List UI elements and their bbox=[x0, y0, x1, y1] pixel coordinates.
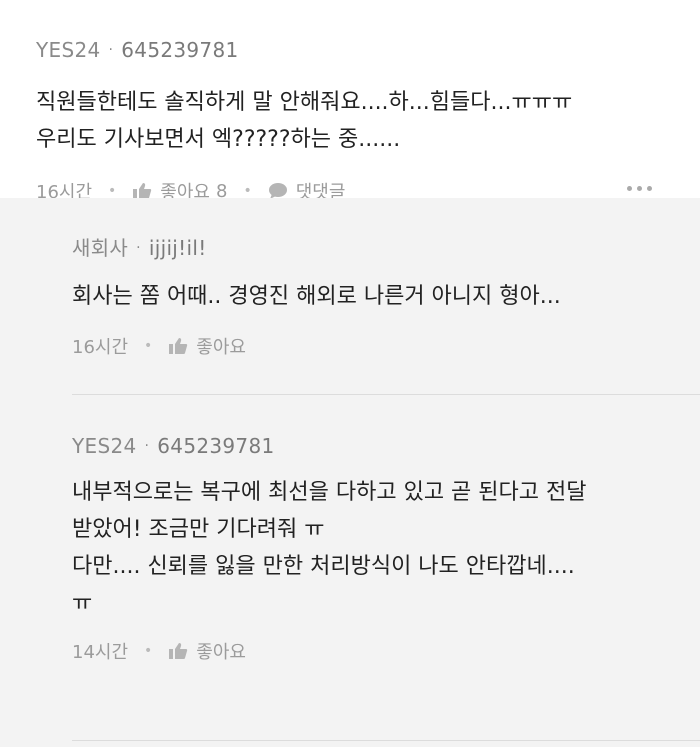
user-id: ijjij!il! bbox=[148, 236, 207, 260]
action-separator: • bbox=[144, 643, 153, 659]
action-separator: • bbox=[243, 183, 252, 199]
reply-meta: 새회사 · ijjij!il! bbox=[72, 234, 700, 262]
meta-separator: · bbox=[144, 438, 150, 454]
like-button[interactable]: 좋아요 bbox=[168, 638, 246, 664]
meta-separator: · bbox=[136, 240, 141, 256]
author-name[interactable]: YES24 bbox=[72, 432, 137, 460]
divider bbox=[72, 394, 700, 395]
like-label: 좋아요 bbox=[196, 642, 246, 663]
timestamp: 14시간 bbox=[72, 642, 129, 663]
thumbs-up-icon bbox=[169, 643, 188, 659]
reply-meta: YES24 · 645239781 bbox=[72, 432, 700, 460]
user-id: 645239781 bbox=[121, 38, 239, 62]
comment-meta: YES24 · 645239781 bbox=[36, 36, 664, 64]
meta-separator: · bbox=[108, 42, 114, 58]
reply-item: 새회사 · ijjij!il! 회사는 쫌 어때.. 경영진 해외로 나른거 아… bbox=[72, 234, 700, 361]
comment-text: 직원들한테도 솔직하게 말 안해줘요....하...힘들다...ㅠㅠㅠ 우리도 … bbox=[36, 90, 573, 152]
author-name[interactable]: 새회사 bbox=[72, 234, 128, 262]
more-dots-icon[interactable] bbox=[627, 186, 652, 191]
author-name[interactable]: YES24 bbox=[36, 36, 101, 64]
reply-text: 회사는 쫌 어때.. 경영진 해외로 나른거 아니지 형아... bbox=[72, 284, 561, 309]
divider bbox=[72, 740, 700, 741]
reply-item: YES24 · 645239781 내부적으로는 복구에 최선을 다하고 있고 … bbox=[72, 432, 700, 666]
timestamp: 16시간 bbox=[72, 337, 129, 358]
like-button[interactable]: 좋아요 bbox=[168, 333, 246, 359]
action-separator: • bbox=[108, 183, 117, 199]
thumbs-up-icon bbox=[169, 338, 188, 354]
like-label: 좋아요 bbox=[196, 337, 246, 358]
reply-actions: 14시간 • 좋아요 bbox=[72, 636, 700, 666]
user-id: 645239781 bbox=[157, 434, 275, 458]
reply-list: 새회사 · ijjij!il! 회사는 쫌 어때.. 경영진 해외로 나른거 아… bbox=[0, 198, 700, 747]
reply-text: 내부적으로는 복구에 최선을 다하고 있고 곧 된다고 전달 받았어! 조금만 … bbox=[72, 480, 587, 616]
reply-actions: 16시간 • 좋아요 bbox=[72, 331, 700, 361]
action-separator: • bbox=[144, 338, 153, 354]
comment-card: YES24 · 645239781 직원들한테도 솔직하게 말 안해줘요....… bbox=[0, 0, 700, 203]
